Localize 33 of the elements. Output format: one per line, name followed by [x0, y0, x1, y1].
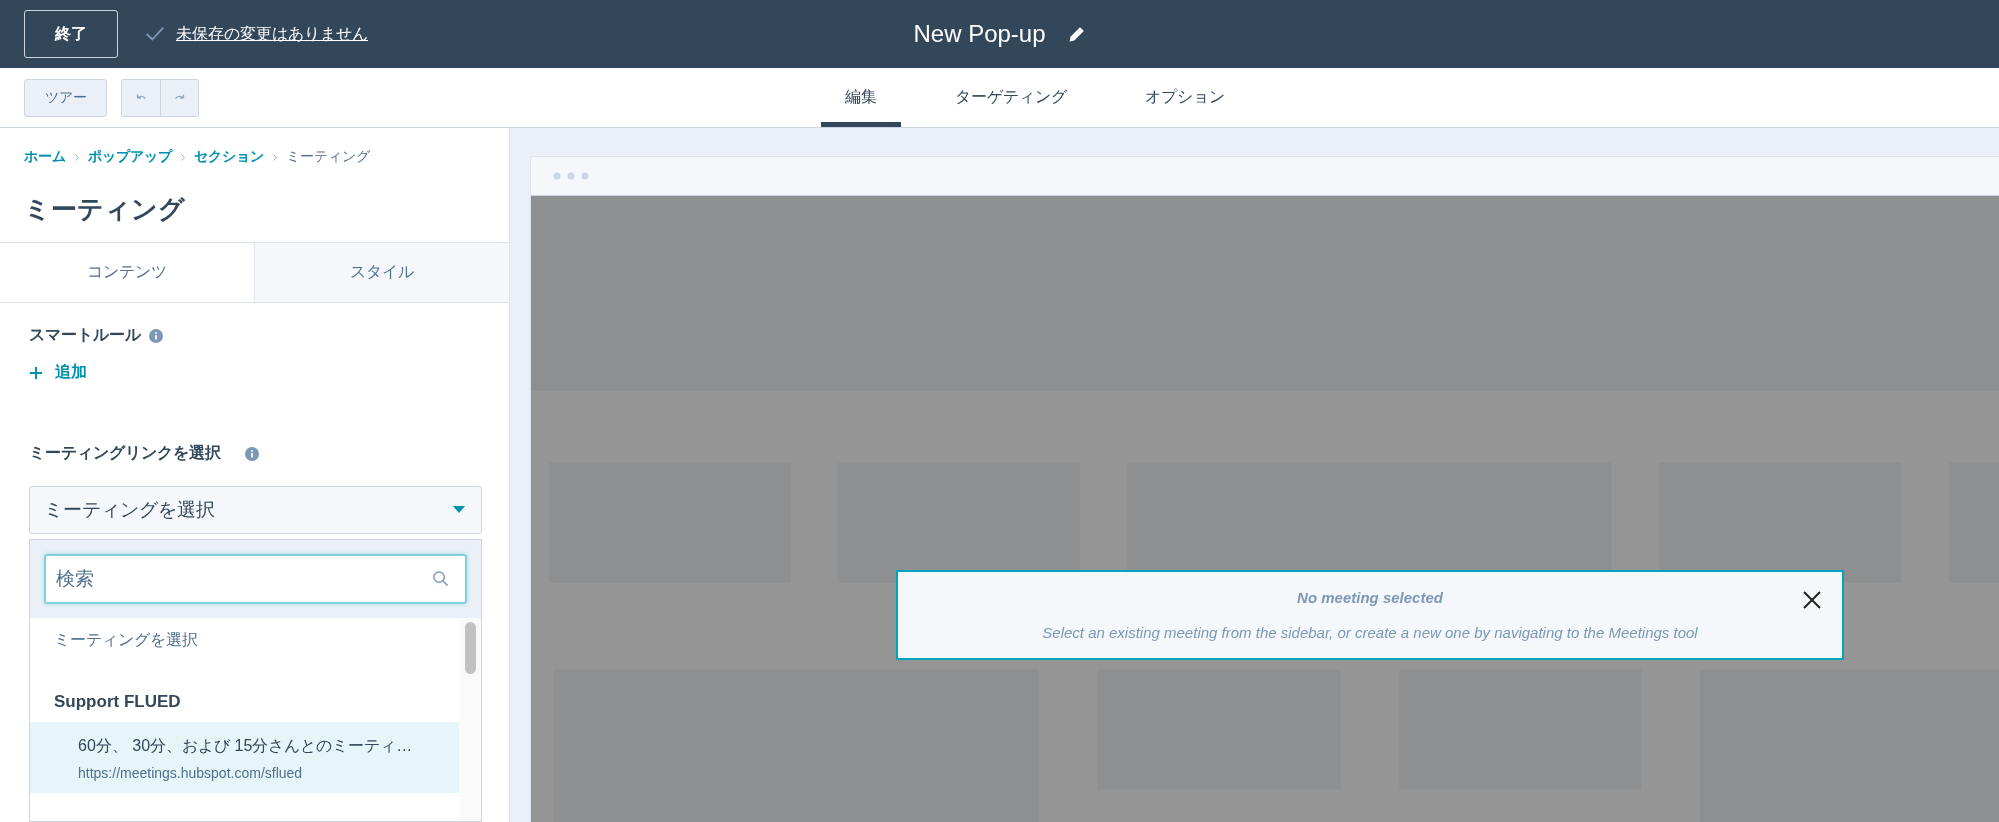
- dropdown-option[interactable]: ミーティングを選択: [30, 618, 459, 672]
- close-icon[interactable]: [1802, 590, 1822, 610]
- field-label: スマートルール: [29, 325, 141, 345]
- exit-button[interactable]: 終了: [24, 10, 118, 58]
- search-field[interactable]: 検索: [44, 554, 467, 604]
- group-heading: Support FLUED: [53, 691, 182, 713]
- editor-tab[interactable]: オプション: [1120, 68, 1249, 127]
- panel-tab[interactable]: スタイル: [254, 243, 509, 302]
- meeting-name: 60分、 30分、および 15分さんとのミーティ…: [78, 736, 414, 756]
- popup-title: New Pop-up: [913, 20, 1046, 48]
- search-icon: [432, 570, 449, 587]
- info-icon[interactable]: [245, 446, 259, 461]
- meeting-select[interactable]: ミーティングを選択: [29, 486, 482, 534]
- save-status-link[interactable]: 未保存の変更はありません: [176, 23, 368, 45]
- window-dots-icon: [553, 172, 589, 180]
- breadcrumb-link[interactable]: セクション: [194, 148, 264, 166]
- tour-button[interactable]: ツアー: [24, 78, 107, 117]
- info-icon[interactable]: [149, 328, 163, 343]
- editor-tab[interactable]: ターゲティング: [930, 68, 1091, 127]
- meeting-url: https://meetings.hubspot.com/sflued: [78, 765, 304, 781]
- notice-title: No meeting selected: [1297, 589, 1443, 606]
- plus-icon: [29, 365, 43, 380]
- add-link[interactable]: 追加: [29, 362, 87, 383]
- notice-message: Select an existing meeting from the sidebar, or create a new one by navigating to the Meetings tool: [1042, 624, 1698, 641]
- breadcrumb-current: ミーティング: [286, 148, 370, 166]
- pencil-icon[interactable]: [1067, 25, 1086, 43]
- field-label: ミーティングリンクを選択: [29, 443, 221, 463]
- breadcrumb-link[interactable]: ホーム: [24, 148, 66, 166]
- meeting-option[interactable]: 60分、 30分、および 15分さんとのミーティ… https://meetings.hubspot.com/sflued: [30, 722, 459, 793]
- section-title: ミーティング: [24, 193, 186, 226]
- caret-icon: [453, 506, 465, 514]
- breadcrumb-link[interactable]: ポップアップ: [88, 148, 172, 166]
- scrollbar-thumb[interactable]: [464, 622, 476, 674]
